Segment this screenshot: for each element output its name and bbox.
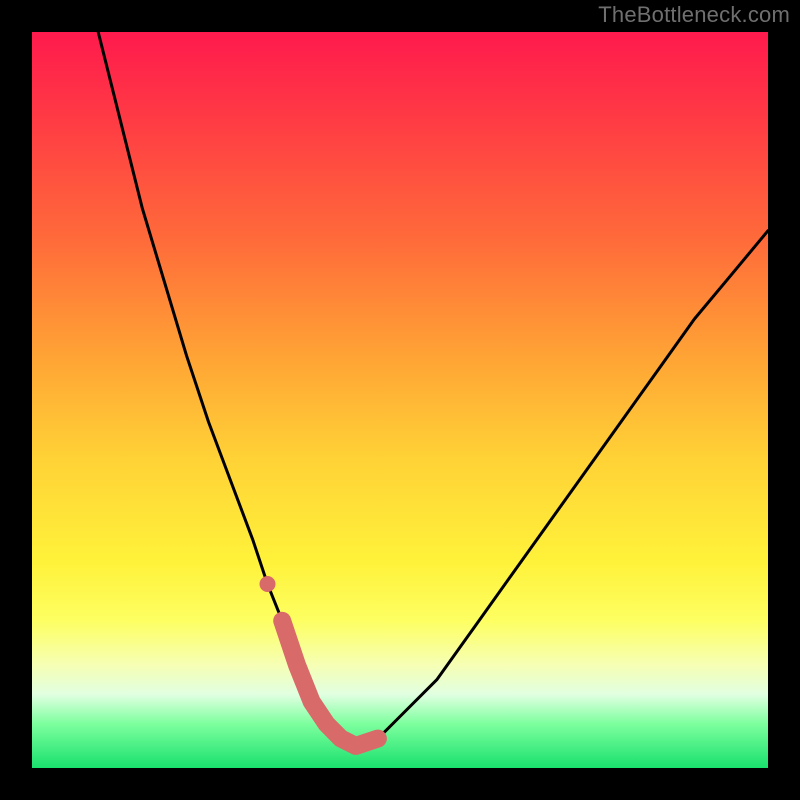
highlight-band (260, 576, 378, 746)
chart-frame: TheBottleneck.com (0, 0, 800, 800)
watermark-text: TheBottleneck.com (598, 2, 790, 28)
main-curve (98, 32, 768, 746)
highlight-dot (260, 576, 276, 592)
plot-area (32, 32, 768, 768)
highlight-curve (282, 621, 378, 746)
chart-svg (32, 32, 768, 768)
curve-line (98, 32, 768, 746)
